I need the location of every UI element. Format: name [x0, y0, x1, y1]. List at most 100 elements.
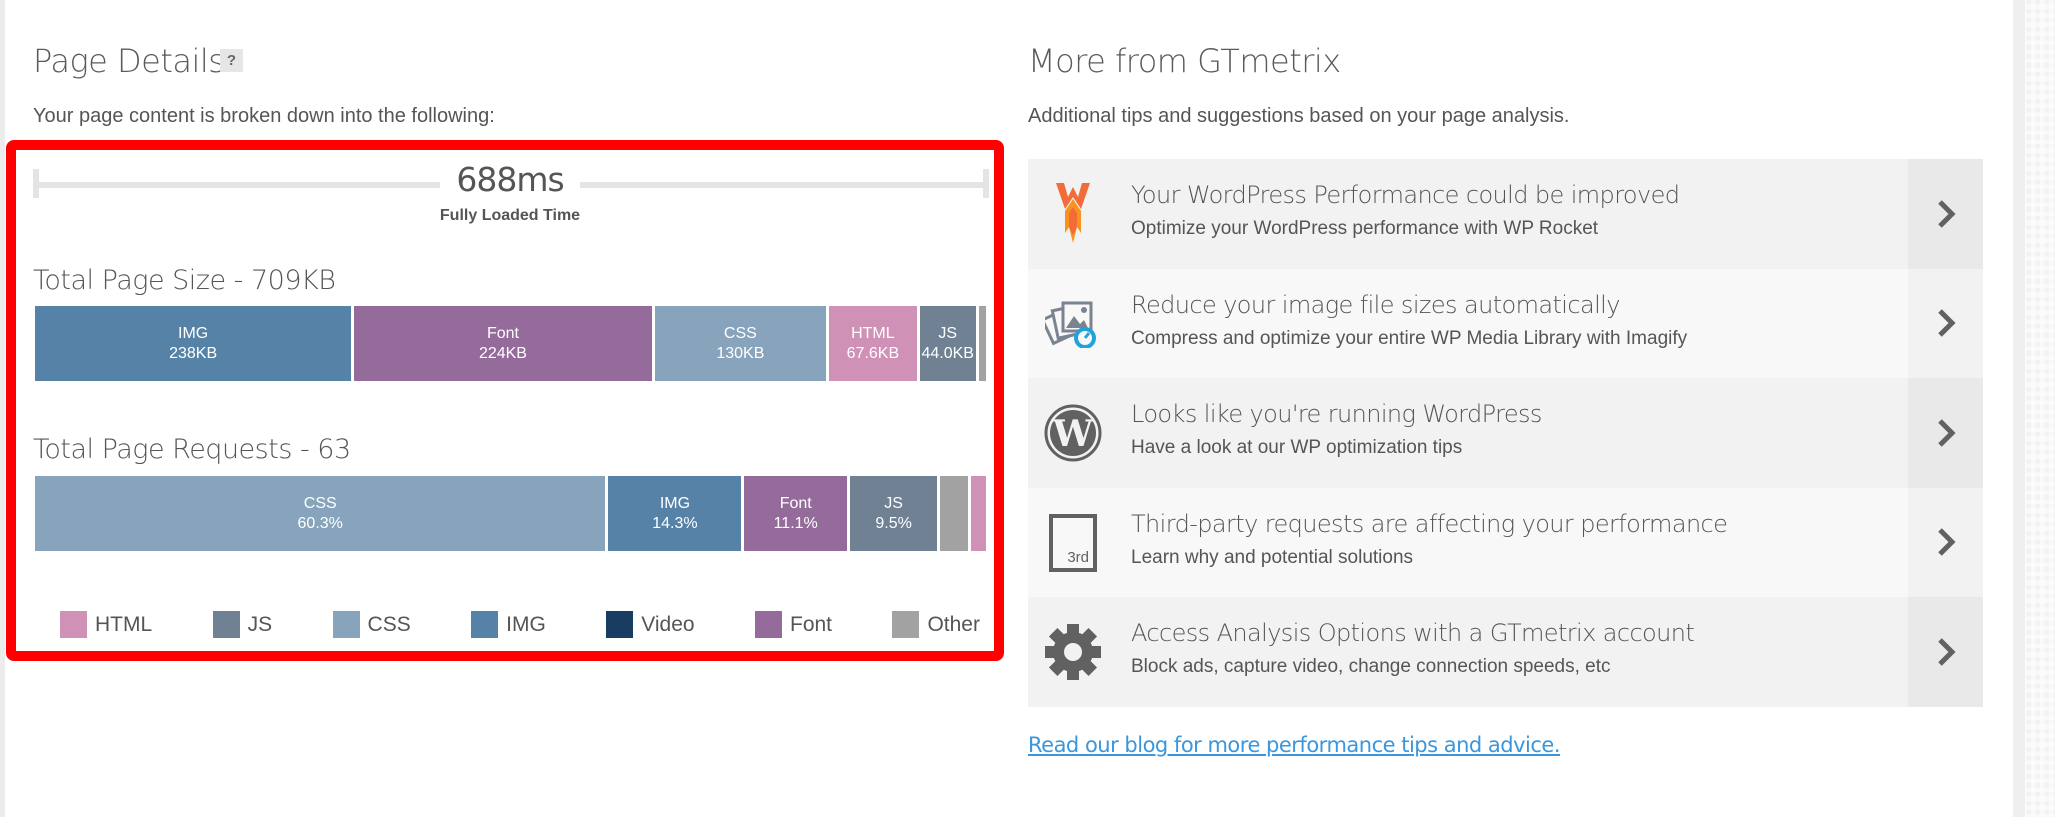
- segment-type-label: Font: [779, 494, 812, 512]
- third-party-icon: 3rd: [1042, 512, 1104, 574]
- tip-text: Access Analysis Options with a GTmetrix …: [1131, 619, 1695, 678]
- page-size-segment-js[interactable]: JS 44.0KB: [919, 306, 979, 381]
- segment-type-label: IMG: [178, 324, 209, 342]
- legend-swatch: [892, 611, 920, 638]
- timeline-cap-left: [33, 169, 39, 198]
- legend-item-js: JS: [212, 611, 273, 638]
- legend-label: Other: [927, 612, 980, 636]
- tip-text: Looks like you're running WordPress Have…: [1131, 400, 1542, 459]
- tip-description: Learn why and potential solutions: [1131, 546, 1414, 568]
- legend-label: JS: [247, 612, 273, 636]
- legend: HTML JS CSS IMG Video Font Other: [60, 611, 980, 638]
- chevron-right-icon[interactable]: [1908, 487, 1983, 597]
- legend-item-html: HTML: [60, 611, 152, 638]
- page-requests-segment-html[interactable]: [970, 476, 986, 551]
- legend-item-img: IMG: [471, 611, 546, 638]
- segment-type-label: HTML: [851, 324, 895, 342]
- tip-card-analysis-options[interactable]: Access Analysis Options with a GTmetrix …: [1028, 597, 1983, 707]
- segment-value-label: 44.0KB: [921, 344, 974, 362]
- page-requests-bar: CSS 60.3% IMG 14.3% Font 11.1% JS 9.5%: [35, 476, 986, 551]
- gear-icon: [1042, 621, 1104, 683]
- segment-value-label: 130KB: [716, 344, 765, 362]
- tip-title: Access Analysis Options with a GTmetrix …: [1131, 619, 1695, 647]
- legend-item-video: Video: [606, 611, 695, 638]
- legend-swatch: [212, 611, 240, 638]
- segment-value-label: 9.5%: [875, 514, 912, 532]
- total-page-size-title: Total Page Size - 709KB: [33, 265, 336, 296]
- page-requests-segment-font[interactable]: Font 11.1%: [744, 476, 850, 551]
- chevron-right-icon[interactable]: [1908, 597, 1983, 707]
- chevron-right-icon[interactable]: [1908, 378, 1983, 488]
- tip-description: Compress and optimize your entire WP Med…: [1131, 327, 1688, 349]
- page-size-segment-css[interactable]: CSS 130KB: [654, 306, 830, 381]
- legend-swatch: [471, 611, 499, 638]
- tip-card-third-party[interactable]: 3rd Third-party requests are affecting y…: [1028, 487, 1983, 597]
- segment-type-label: IMG: [659, 494, 691, 512]
- tip-card-wp-rocket[interactable]: Your WordPress Performance could be impr…: [1028, 159, 1983, 269]
- tip-title: Looks like you're running WordPress: [1131, 400, 1542, 428]
- legend-swatch: [606, 611, 634, 638]
- segment-type-label: JS: [938, 324, 958, 342]
- segment-value-label: 14.3%: [652, 514, 698, 532]
- timeline-line-left: [35, 182, 440, 188]
- tip-text: Your WordPress Performance could be impr…: [1131, 181, 1680, 240]
- segment-value-label: 11.1%: [773, 514, 818, 532]
- chevron-right-icon[interactable]: [1908, 268, 1983, 378]
- more-from-subtitle: Additional tips and suggestions based on…: [1028, 105, 1570, 127]
- right-strip-edge: [2013, 0, 2025, 817]
- help-button[interactable]: ?: [220, 49, 243, 72]
- tip-title: Third-party requests are affecting your …: [1131, 509, 1728, 538]
- page-requests-segment-img[interactable]: IMG 14.3%: [608, 476, 745, 551]
- segment-value-label: 238KB: [169, 344, 218, 362]
- segment-type-label: CSS: [723, 324, 757, 342]
- fully-loaded-time-label: Fully Loaded Time: [439, 207, 581, 224]
- page-size-segment-img[interactable]: IMG 238KB: [35, 306, 355, 381]
- segment-type-label: CSS: [303, 494, 337, 512]
- wp-rocket-icon: [1042, 183, 1104, 245]
- tip-description: Block ads, capture video, change connect…: [1131, 656, 1611, 677]
- legend-swatch: [332, 611, 360, 638]
- fully-loaded-time-value: 688ms: [456, 160, 564, 199]
- segment-value-label: 224KB: [478, 344, 527, 362]
- legend-label: Font: [790, 612, 833, 636]
- legend-label: HTML: [95, 612, 153, 636]
- page-details-title: Page Details: [33, 42, 225, 80]
- tip-title: Your WordPress Performance could be impr…: [1131, 181, 1680, 209]
- tip-card-imagify[interactable]: Reduce your image file sizes automatical…: [1028, 268, 1983, 378]
- third-party-icon-text: 3rd: [1067, 548, 1089, 566]
- legend-item-css: CSS: [332, 611, 411, 638]
- third-party-box: 3rd: [1049, 513, 1097, 572]
- chevron-right-icon[interactable]: [1908, 159, 1983, 269]
- tip-text: Third-party requests are affecting your …: [1131, 509, 1728, 569]
- legend-label: Video: [641, 612, 695, 636]
- tips-list: Your WordPress Performance could be impr…: [1028, 159, 1983, 707]
- right-background-strip: [2013, 0, 2055, 817]
- page-size-bar: IMG 238KB Font 224KB CSS 130KB HTML 67.6KB JS 44.…: [35, 306, 986, 381]
- page-size-segment-html[interactable]: HTML 67.6KB: [829, 306, 920, 381]
- legend-label: CSS: [367, 612, 411, 636]
- page-requests-segment-css[interactable]: CSS 60.3%: [35, 476, 609, 551]
- legend-swatch: [60, 611, 87, 638]
- page-requests-segment-js[interactable]: JS 9.5%: [849, 476, 941, 551]
- left-edge-border: [0, 0, 5, 817]
- more-from-title: More from GTmetrix: [1028, 42, 1341, 80]
- segment-type-label: JS: [884, 494, 903, 512]
- legend-swatch: [755, 611, 782, 638]
- tip-card-wordpress[interactable]: W Looks like you're running WordPress Ha…: [1028, 378, 1983, 488]
- legend-item-other: Other: [892, 611, 980, 638]
- page-requests-segment-other[interactable]: [940, 476, 971, 551]
- tip-description: Optimize your WordPress performance with…: [1131, 218, 1599, 239]
- wordpress-icon: W: [1042, 402, 1104, 464]
- page-size-segment-other[interactable]: [978, 306, 986, 381]
- legend-item-font: Font: [755, 611, 832, 638]
- segment-value-label: 60.3%: [297, 514, 343, 532]
- tip-text: Reduce your image file sizes automatical…: [1131, 291, 1687, 350]
- page-size-segment-font[interactable]: Font 224KB: [354, 306, 655, 381]
- svg-text:W: W: [1052, 413, 1094, 455]
- total-page-requests-title: Total Page Requests - 63: [33, 434, 351, 465]
- timeline-line-right: [580, 182, 985, 188]
- timeline-cap-right: [983, 169, 989, 198]
- blog-link[interactable]: Read our blog for more performance tips …: [1028, 733, 1561, 757]
- page-details-subtitle: Your page content is broken down into th…: [33, 105, 495, 127]
- tip-title: Reduce your image file sizes automatical…: [1131, 290, 1620, 319]
